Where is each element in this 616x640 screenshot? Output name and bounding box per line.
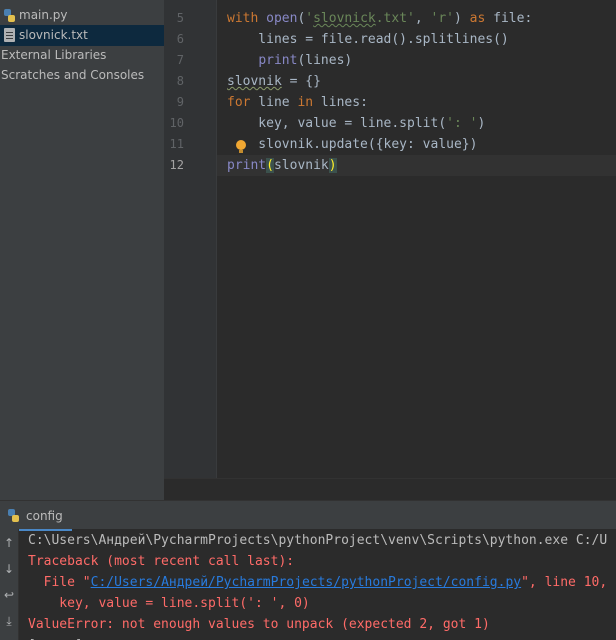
console-line: C:\Users\Андрей\PycharmProjects\pythonPr…	[28, 533, 608, 548]
line-number: 5	[176, 11, 184, 25]
code-token: ,	[414, 11, 431, 26]
run-tab-config[interactable]: config	[4, 504, 72, 531]
editor-bottom-area	[164, 478, 616, 501]
console-line: File "C:/Users/Андрей/PycharmProjects/py…	[28, 572, 608, 593]
code-line[interactable]: slovnik = {}	[227, 71, 321, 92]
tree-item-label: main.py	[19, 8, 68, 22]
code-token: with	[227, 11, 259, 26]
console-text: File "	[28, 575, 91, 590]
code-token: '	[305, 11, 314, 26]
arrow-up-icon[interactable]: ↑	[1, 534, 17, 552]
tree-item-label: Scratches and Consoles	[1, 68, 145, 82]
code-token: = {}	[281, 74, 321, 89]
code-line[interactable]: for line in lines:	[227, 92, 368, 113]
code-token: )	[454, 11, 470, 26]
tree-item-slovnick-txt[interactable]: slovnick.txt	[0, 25, 164, 46]
code-token: (	[266, 158, 274, 173]
tree-item-external-libraries[interactable]: External Libraries	[0, 45, 164, 66]
code-token: key, value = line.split(	[227, 116, 447, 131]
code-token: print	[227, 158, 267, 173]
code-token: in	[297, 95, 314, 110]
console-line-partial: [ ... ]	[28, 635, 83, 640]
code-token: ': '	[446, 116, 478, 131]
line-number: 10	[169, 116, 184, 130]
console-output[interactable]: C:\Users\Андрей\PycharmProjects\pythonPr…	[28, 529, 616, 640]
code-token: )	[328, 158, 337, 173]
code-token-typo: slovnik	[227, 74, 282, 89]
python-file-icon	[8, 509, 19, 522]
code-token: open	[266, 11, 298, 26]
code-token: 'r'	[430, 11, 455, 26]
run-header: config	[0, 500, 616, 531]
python-file-icon	[4, 9, 15, 22]
code-line-current[interactable]: print(slovnik)	[227, 155, 337, 176]
tree-item-label: External Libraries	[1, 48, 107, 62]
scroll-to-end-icon[interactable]: ⤓	[1, 612, 17, 630]
code-token: line	[250, 95, 298, 110]
console-text: ", line 10,	[521, 575, 608, 590]
project-sidebar: main.py slovnick.txt External Libraries …	[0, 0, 164, 500]
code-line[interactable]: print(lines)	[227, 50, 352, 71]
console-line: Traceback (most recent call last):	[28, 554, 295, 569]
arrow-down-icon[interactable]: ↓	[1, 560, 17, 578]
line-number: 8	[176, 74, 184, 88]
line-number-gutter: 5 6 7 8 9 10 11 12	[164, 0, 216, 478]
line-number-current: 12	[169, 158, 184, 172]
code-token: .txt'	[375, 11, 415, 26]
tree-item-main-py[interactable]: main.py	[0, 5, 164, 26]
code-token: )	[477, 116, 486, 131]
code-line[interactable]: lines = file.read().splitlines()	[227, 29, 508, 50]
soft-wrap-icon[interactable]: ↩	[1, 586, 17, 604]
console-line: ValueError: not enough values to unpack …	[28, 617, 490, 632]
line-number: 11	[169, 137, 184, 151]
run-toolbar: ↑ ↓ ↩ ⤓	[0, 529, 19, 640]
code-token: lines:	[313, 95, 368, 110]
code-token: for	[227, 95, 251, 110]
code-token: print	[258, 53, 298, 68]
line-number: 6	[176, 32, 184, 46]
console-line: key, value = line.split(': ', 0)	[28, 596, 310, 611]
text-file-icon	[4, 28, 15, 42]
code-line[interactable]: with open('slovnick.txt', 'r') as file:	[227, 8, 532, 29]
code-token: slovnik	[273, 158, 329, 173]
code-token: as	[469, 11, 486, 26]
run-tab-label: config	[26, 509, 63, 523]
code-line[interactable]: key, value = line.split(': ')	[227, 113, 485, 134]
code-token: (lines)	[297, 53, 353, 68]
run-tool-window: config ↑ ↓ ↩ ⤓ C:\Users\Андрей\PycharmPr…	[0, 500, 616, 640]
line-number: 9	[176, 95, 184, 109]
code-token-typo: slovnick	[313, 11, 376, 26]
line-number: 7	[176, 53, 184, 67]
code-token: file:	[485, 11, 533, 26]
file-path-link[interactable]: C:/Users/Андрей/PycharmProjects/pythonPr…	[91, 575, 521, 590]
gutter-divider	[216, 0, 217, 478]
code-editor[interactable]: 5 6 7 8 9 10 11 12 with open('slovnick.t…	[164, 0, 616, 478]
tree-item-label: slovnick.txt	[19, 28, 88, 42]
tree-item-scratches-consoles[interactable]: Scratches and Consoles	[0, 65, 164, 86]
code-line[interactable]: slovnik.update({key: value})	[227, 134, 477, 155]
